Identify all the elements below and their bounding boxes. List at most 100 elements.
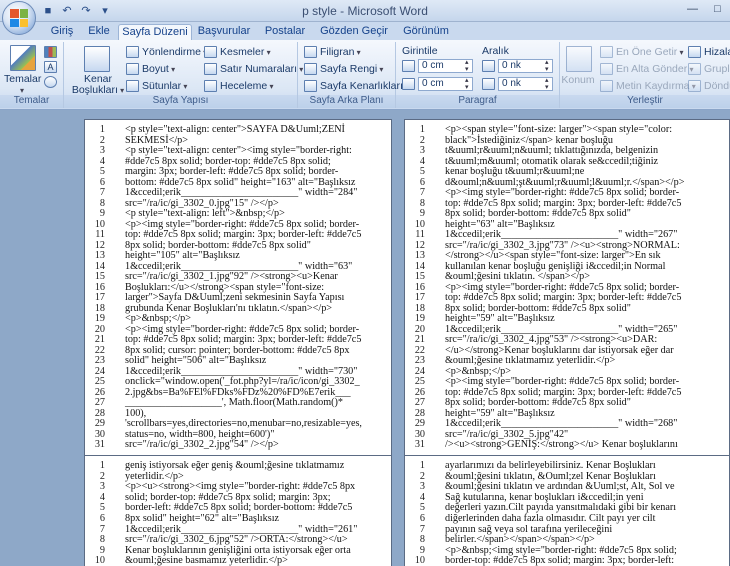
spacing-label: Aralık (482, 45, 509, 57)
tab-giris[interactable]: Giriş (44, 24, 80, 40)
align-button[interactable]: Hizala (688, 46, 730, 58)
themes-icon (10, 45, 36, 71)
page-borders-label: Sayfa Kenarlıkları (320, 80, 403, 92)
group-label-yerlestir: Yerleştir (560, 95, 730, 108)
spacing-before-spinner[interactable]: 0 nk (482, 59, 553, 73)
orientation-icon (126, 46, 139, 58)
tab-gorunum[interactable]: Görünüm (398, 24, 454, 40)
group-sayfa-yapisi: Kenar Boşlukları Yönlendirme Boyut Sütun… (64, 42, 298, 108)
rotate-button[interactable]: Döndü (688, 80, 730, 92)
indent-left-input[interactable]: 0 cm (418, 59, 473, 73)
align-icon (688, 46, 701, 58)
document-line[interactable]: /><u><strong>GENİŞ:</strong></u> Kenar b… (445, 439, 678, 451)
page-color-icon (304, 63, 317, 75)
columns-button[interactable]: Sütunlar (126, 80, 187, 92)
bring-to-front-label: En Öne Getir (616, 46, 684, 58)
watermark-icon (304, 46, 317, 58)
breaks-icon (204, 46, 217, 58)
text-wrapping-label: Metin Kaydırma (616, 80, 696, 92)
ribbon-tabs: Giriş Ekle Sayfa Düzeni Başvurular Posta… (0, 22, 730, 40)
indent-label: Girintile (402, 45, 438, 57)
spacing-before-icon (482, 60, 495, 72)
breaks-button[interactable]: Kesmeler (204, 46, 271, 58)
group-label-sayfa-yapisi: Sayfa Yapısı (64, 95, 297, 108)
send-to-back-label: En Alta Gönder (616, 63, 693, 75)
theme-fonts-button[interactable]: A (44, 61, 57, 73)
document-line[interactable]: src="/ra/ic/gi_3302_2.jpg"54" /></p> (125, 439, 279, 451)
page-2[interactable]: 1 <p><span style="font-size: larger"><spa… (404, 119, 730, 457)
group-label-paragraf: Paragraf (396, 95, 559, 108)
spacing-before-input[interactable]: 0 nk (498, 59, 553, 73)
theme-colors-icon (44, 46, 57, 58)
line-number: 31 (94, 439, 105, 450)
tab-sayfa-duzeni[interactable]: Sayfa Düzeni (118, 24, 192, 40)
tab-ekle[interactable]: Ekle (84, 24, 114, 40)
page-borders-icon (304, 80, 317, 92)
maximize-icon[interactable]: □ (705, 0, 730, 18)
group-label-sayfa-arka-plani: Sayfa Arka Planı (298, 95, 395, 108)
spacing-after-icon (482, 78, 495, 90)
rotate-label: Döndü (704, 80, 730, 92)
line-numbers-icon (204, 63, 217, 75)
orientation-label: Yönlendirme (142, 46, 207, 58)
line-number: 31 (414, 439, 425, 450)
columns-icon (126, 80, 139, 92)
tab-basvurular[interactable]: Başvurular (194, 24, 254, 40)
indent-left-icon (402, 60, 415, 72)
page-borders-button[interactable]: Sayfa Kenarlıkları (304, 80, 403, 92)
theme-colors-button[interactable] (44, 46, 57, 58)
text-wrapping-icon (600, 80, 613, 92)
theme-fonts-icon: A (44, 61, 57, 73)
position-icon (566, 46, 592, 72)
send-to-back-button[interactable]: En Alta Gönder (600, 63, 693, 75)
spacing-after-input[interactable]: 0 nk (498, 77, 553, 91)
group-icon (688, 63, 701, 75)
spacing-after-spinner[interactable]: 0 nk (482, 77, 553, 91)
document-line[interactable]: ___________________', Math.floor(Math.ra… (125, 397, 343, 409)
group-button[interactable]: Grupla (688, 63, 730, 75)
hyphenation-icon (204, 80, 217, 92)
rotate-icon (688, 80, 701, 92)
ribbon: Temalar A Temalar Kenar Boşlukları Yönle… (0, 40, 730, 110)
document-line[interactable]: &ouml;ğesine basmamız yeterlidir.</p> (125, 555, 288, 566)
group-objects-label: Grupla (704, 63, 730, 75)
group-yerlestir: Konum En Öne Getir En Alta Gönder Metin … (560, 42, 730, 108)
indent-right-icon (402, 78, 415, 90)
window-title: p style - Microsoft Word (302, 4, 428, 18)
window-controls: — □ (680, 0, 730, 18)
tab-postalar[interactable]: Postalar (262, 24, 308, 40)
orientation-button[interactable]: Yönlendirme (126, 46, 207, 58)
watermark-label: Filigran (320, 46, 361, 58)
indent-left-spinner[interactable]: 0 cm (402, 59, 473, 73)
office-button[interactable] (2, 1, 36, 35)
bring-to-front-button[interactable]: En Öne Getir (600, 46, 684, 58)
line-numbers-label: Satır Numaraları (220, 63, 303, 75)
page-3[interactable]: 1 geniş istiyorsak eğer geniş &ouml;ğesin… (84, 455, 392, 566)
indent-right-spinner[interactable]: 0 cm (402, 77, 473, 91)
position-button[interactable] (566, 46, 592, 72)
page-1[interactable]: 1 <p style="text-align: center">SAYFA D&U… (84, 119, 392, 457)
size-icon (126, 63, 139, 75)
columns-label: Sütunlar (142, 80, 187, 92)
page-4[interactable]: 1 ayarlarımızı da belirleyebilirsiniz. Ke… (404, 455, 730, 566)
group-sayfa-arka-plani: Filigran Sayfa Rengi Sayfa Kenarlıkları … (298, 42, 403, 108)
theme-effects-button[interactable] (44, 76, 57, 88)
group-temalar: Temalar A Temalar (0, 42, 64, 108)
document-area[interactable]: 1 <p style="text-align: center">SAYFA D&U… (0, 111, 730, 566)
page-color-button[interactable]: Sayfa Rengi (304, 63, 383, 75)
themes-label: Temalar (4, 74, 41, 96)
size-button[interactable]: Boyut (126, 63, 175, 75)
hyphenation-label: Heceleme (220, 80, 274, 92)
tab-gozden-gecir[interactable]: Gözden Geçir (318, 24, 390, 40)
margins-icon (84, 46, 110, 72)
watermark-button[interactable]: Filigran (304, 46, 361, 58)
indent-right-input[interactable]: 0 cm (418, 77, 473, 91)
text-wrapping-button[interactable]: Metin Kaydırma (600, 80, 696, 92)
document-line[interactable]: border-top: #dde7c5 8px solid; margin: 3… (445, 555, 674, 566)
line-numbers-button[interactable]: Satır Numaraları (204, 63, 303, 75)
margins-button[interactable] (84, 46, 110, 72)
margins-label: Kenar Boşlukları (70, 74, 126, 96)
hyphenation-button[interactable]: Heceleme (204, 80, 274, 92)
minimize-icon[interactable]: — (680, 0, 705, 18)
themes-button[interactable] (10, 45, 36, 71)
